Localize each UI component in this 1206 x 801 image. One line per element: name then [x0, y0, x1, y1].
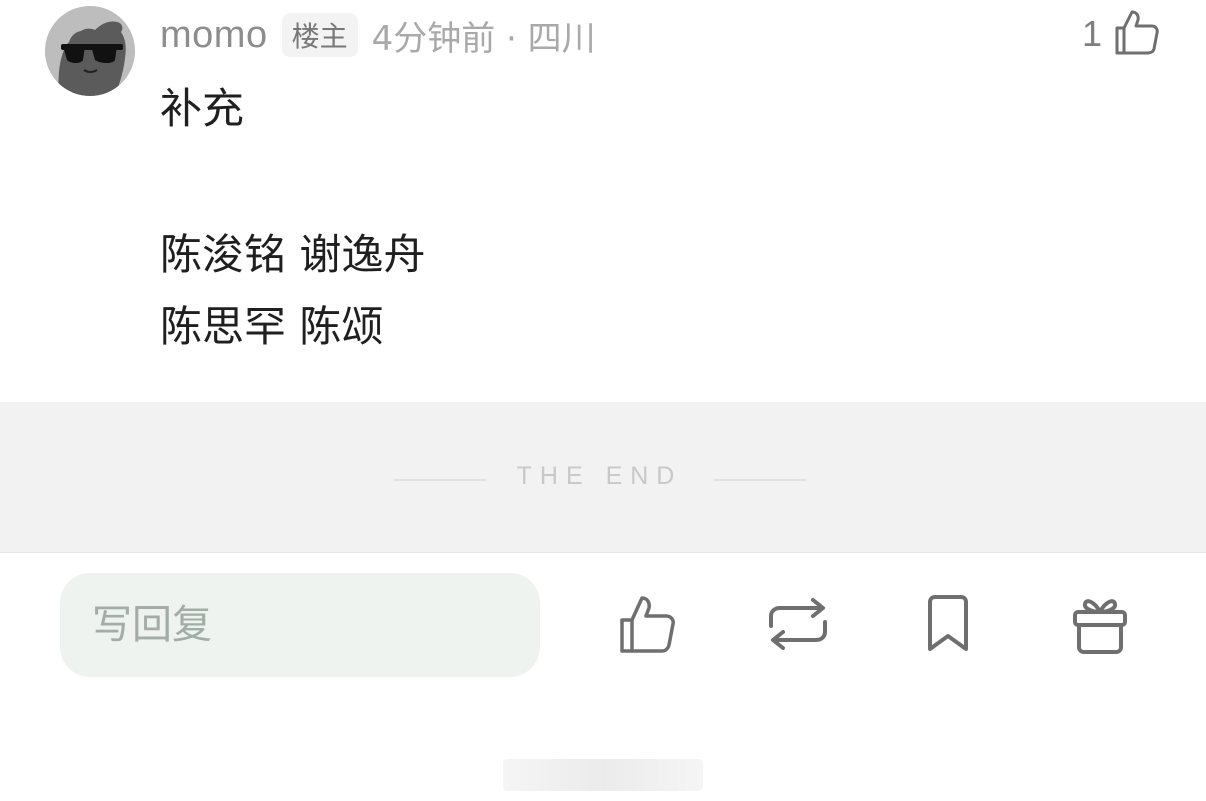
avatar-image [45, 6, 135, 96]
like-button[interactable] [610, 591, 686, 661]
divider [394, 479, 486, 481]
bookmark-button[interactable] [910, 591, 986, 661]
gift-icon [1071, 593, 1129, 659]
thumbs-up-icon [617, 593, 679, 659]
comment-body: 补充 陈浚铭 谢逸舟 陈思罕 陈颂 [160, 80, 425, 356]
reply-input[interactable] [60, 573, 540, 677]
repost-icon [763, 596, 833, 656]
avatar[interactable] [45, 6, 135, 96]
bookmark-icon [922, 594, 974, 658]
op-badge: 楼主 [281, 13, 358, 57]
bottom-action-bar [0, 553, 1206, 801]
comment-line: 陈浚铭 谢逸舟 [160, 230, 426, 279]
comment-meta: momo 楼主 4分钟前 · 四川 [160, 8, 596, 62]
comment-like-button[interactable]: 1 [1082, 6, 1162, 62]
thumbs-up-icon [1112, 7, 1162, 61]
like-count: 1 [1081, 13, 1102, 54]
divider [714, 479, 806, 481]
comment-line: 陈思罕 陈颂 [160, 302, 384, 351]
home-indicator [503, 759, 703, 791]
comment-card: momo 楼主 4分钟前 · 四川 1 补充 陈浚铭 谢逸舟 陈思罕 陈颂 [0, 0, 1206, 402]
timestamp-location: 4分钟前 · 四川 [371, 18, 596, 59]
comment-line: 补充 [160, 84, 245, 133]
gift-button[interactable] [1062, 591, 1138, 661]
repost-button[interactable] [760, 591, 836, 661]
page: momo 楼主 4分钟前 · 四川 1 补充 陈浚铭 谢逸舟 陈思罕 陈颂 TH… [0, 0, 1206, 801]
end-section: THE END [0, 402, 1206, 553]
end-label: THE END [516, 462, 683, 490]
username[interactable]: momo [160, 14, 268, 57]
